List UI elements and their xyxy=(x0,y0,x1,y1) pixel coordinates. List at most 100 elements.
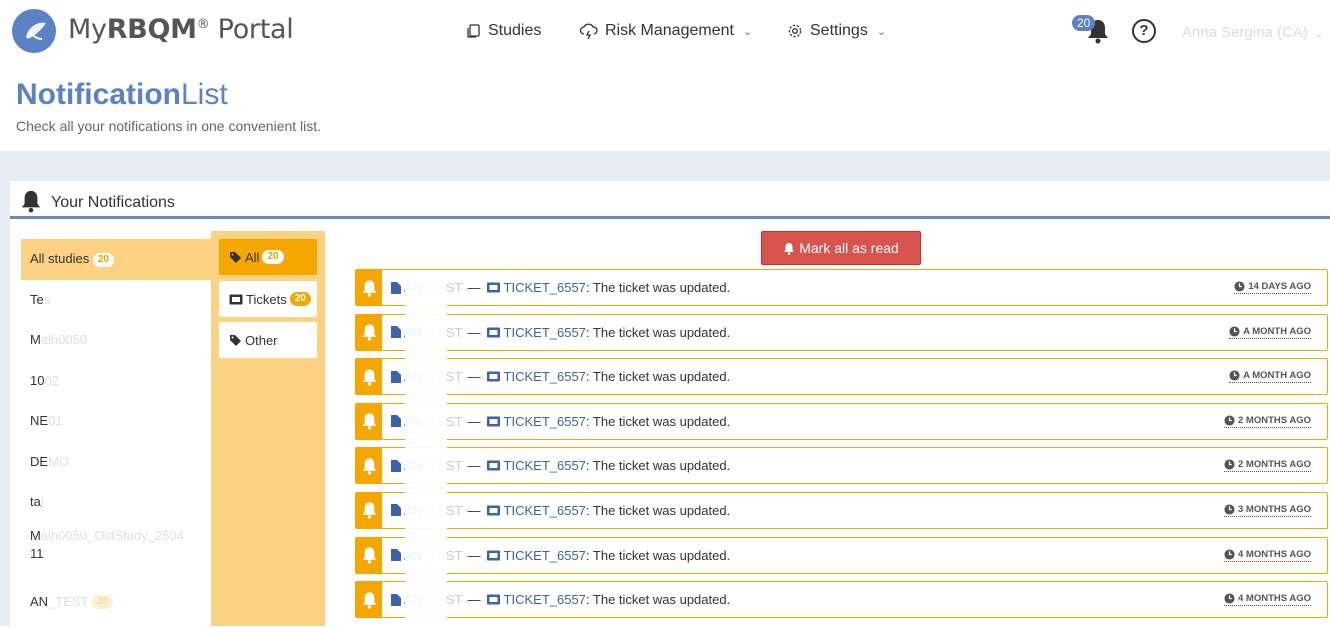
document-icon xyxy=(391,593,401,606)
nav-risk-management[interactable]: Risk Management ⌄ xyxy=(580,22,752,40)
ticket-icon xyxy=(229,294,243,304)
clock-icon xyxy=(1229,326,1240,337)
bell-icon xyxy=(356,270,382,305)
notification-item[interactable]: AN_TEST — TICKET_6557 : The ticket was u… xyxy=(355,313,1328,351)
category-all[interactable]: All 20 xyxy=(219,239,317,275)
ticket-link[interactable]: TICKET_6557 xyxy=(504,280,586,295)
notification-count-badge: 20 xyxy=(1072,15,1096,31)
ticket-link[interactable]: TICKET_6557 xyxy=(504,369,586,384)
study-item[interactable]: 1002 xyxy=(21,361,211,402)
category-filter: All 20 Tickets 20 Other xyxy=(211,231,325,626)
overlay-strip xyxy=(405,278,447,628)
notification-message: : The ticket was updated. xyxy=(585,413,731,429)
panel-header: Your Notifications xyxy=(10,181,1330,219)
notification-item[interactable]: AN_TEST — TICKET_6557 : The ticket was u… xyxy=(355,536,1328,574)
category-tickets[interactable]: Tickets 20 xyxy=(219,281,317,317)
document-icon xyxy=(391,549,401,562)
ticket-link[interactable]: TICKET_6557 xyxy=(504,414,586,429)
study-item[interactable]: AN_TEST 20 xyxy=(21,582,211,623)
study-item[interactable]: Malh0050 xyxy=(21,320,211,361)
gear-icon xyxy=(788,24,802,38)
clock-icon xyxy=(1224,459,1235,470)
ticket-icon xyxy=(486,505,500,516)
notification-item[interactable]: AN_TEST — TICKET_6557 : The ticket was u… xyxy=(355,447,1328,485)
help-icon[interactable]: ? xyxy=(1132,19,1156,43)
bell-icon xyxy=(21,190,41,213)
bell-icon xyxy=(356,582,382,618)
category-count-badge: 20 xyxy=(262,250,284,264)
notification-message: : The ticket was updated. xyxy=(585,502,731,518)
clock-icon xyxy=(1224,504,1235,515)
clock-icon xyxy=(1224,415,1235,426)
nav-settings[interactable]: Settings ⌄ xyxy=(787,22,886,40)
ticket-link[interactable]: TICKET_6557 xyxy=(504,458,586,473)
separator: — xyxy=(467,502,481,518)
separator: — xyxy=(467,324,481,340)
timestamp: 3 MONTHS AGO xyxy=(1223,504,1311,517)
user-name: Anna Sergina (CA) xyxy=(1182,24,1308,41)
document-icon xyxy=(391,281,401,294)
logo-text[interactable]: MyRBQM® Portal xyxy=(68,14,294,45)
nav-studies[interactable]: Studies xyxy=(466,22,541,40)
study-item[interactable]: DEMO xyxy=(21,442,211,483)
mark-all-read-button[interactable]: Mark all as read xyxy=(761,231,921,265)
separator: — xyxy=(467,547,481,563)
timestamp: 2 MONTHS AGO xyxy=(1223,459,1311,473)
panel-title: Your Notifications xyxy=(51,194,175,211)
ticket-link[interactable]: TICKET_6557 xyxy=(504,548,586,563)
study-filter-list: All studies 20 Tes Malh0050 1002 NE01 DE… xyxy=(21,239,211,622)
ticket-icon xyxy=(486,416,500,427)
ticket-icon xyxy=(486,550,500,561)
chevron-down-icon: ⌄ xyxy=(876,25,887,38)
clock-icon xyxy=(1224,593,1235,604)
separator: — xyxy=(467,369,481,385)
notification-item[interactable]: AN_TEST — TICKET_6557 : The ticket was u… xyxy=(355,402,1328,440)
nav-studies-label: Studies xyxy=(488,22,542,39)
notification-message: : The ticket was updated. xyxy=(585,369,731,385)
study-item[interactable]: Tes xyxy=(21,280,211,321)
copy-icon xyxy=(467,23,480,38)
study-item[interactable]: NE01 xyxy=(21,401,211,442)
notification-message: : The ticket was updated. xyxy=(585,592,731,608)
study-item[interactable]: taj xyxy=(21,482,211,523)
ticket-icon xyxy=(486,282,500,293)
nav-settings-label: Settings xyxy=(810,22,868,39)
bell-icon xyxy=(356,492,382,528)
ticket-link[interactable]: TICKET_6557 xyxy=(504,503,586,518)
study-item[interactable]: Malh0050_OldStudy_2504 11 xyxy=(21,523,211,582)
document-icon xyxy=(391,326,401,339)
bell-icon xyxy=(356,537,382,573)
ticket-icon xyxy=(486,594,500,605)
page-title: NotificationList xyxy=(16,78,228,111)
cloud-lightning-icon xyxy=(580,23,598,39)
notification-item[interactable]: AN_TEST — TICKET_6557 : The ticket was u… xyxy=(355,491,1328,529)
document-icon xyxy=(391,504,401,517)
tag-icon xyxy=(230,251,241,263)
timestamp: 2 MONTHS AGO xyxy=(1223,415,1311,428)
ticket-link[interactable]: TICKET_6557 xyxy=(504,592,586,607)
logo-icon[interactable] xyxy=(12,9,56,53)
document-icon xyxy=(391,459,401,472)
bell-icon xyxy=(356,448,382,484)
ticket-link[interactable]: TICKET_6557 xyxy=(504,325,586,340)
bell-icon xyxy=(356,359,382,395)
user-menu[interactable]: Anna Sergina (CA) ⌄ xyxy=(1182,24,1323,41)
notification-item[interactable]: AN_TEST — TICKET_6557 : The ticket was u… xyxy=(355,581,1328,619)
notification-message: : The ticket was updated. xyxy=(585,547,731,563)
chevron-down-icon: ⌄ xyxy=(742,25,753,38)
category-other[interactable]: Other xyxy=(219,322,317,358)
timestamp: 14 DAYS AGO xyxy=(1234,281,1311,294)
notification-item[interactable]: AN_TEST — TICKET_6557 : The ticket was u… xyxy=(355,358,1328,396)
document-icon xyxy=(391,415,401,428)
notification-message: : The ticket was updated. xyxy=(585,280,731,295)
notification-message: : The ticket was updated. xyxy=(585,458,731,474)
separator: — xyxy=(467,592,481,608)
top-navbar: MyRBQM® Portal Studies Risk Management ⌄… xyxy=(0,0,1330,64)
clock-icon xyxy=(1229,370,1240,381)
category-count-badge: 20 xyxy=(289,292,311,306)
bell-icon xyxy=(356,314,382,350)
study-count-badge: 20 xyxy=(91,595,114,610)
notifications-panel: Your Notifications All studies 20 Tes Ma… xyxy=(10,181,1330,626)
study-item-all[interactable]: All studies 20 xyxy=(21,239,211,280)
notification-item[interactable]: AN_TEST — TICKET_6557 : The ticket was u… xyxy=(355,269,1328,306)
